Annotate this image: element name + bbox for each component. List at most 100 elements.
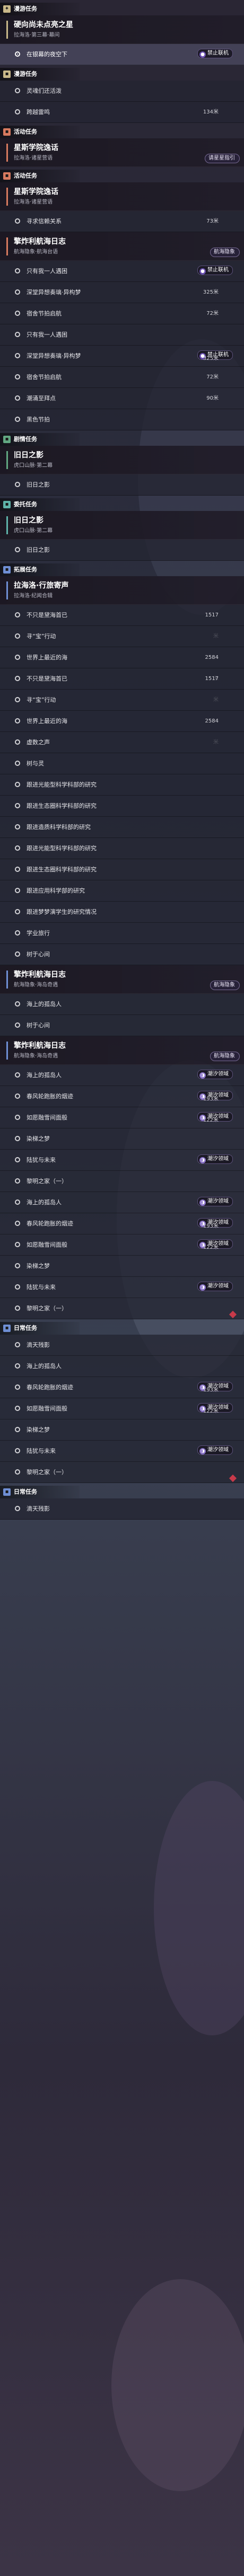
objective-label: 黎明之家（一） [27, 1178, 67, 1185]
objective-radio-icon [15, 1242, 20, 1247]
objective-row[interactable]: 世界上最近的海2584米 [0, 711, 244, 745]
objective-row[interactable]: 跟进梦梦演学生的研究情况 [0, 902, 244, 923]
objective-radio-icon [15, 1001, 20, 1007]
section-header[interactable]: ▪ 剧情任务 [0, 433, 80, 446]
objective-row[interactable]: 跟进应用科学部的研究 [0, 880, 244, 902]
objective-row[interactable]: 春风轮跑胀的烟迹 ◑ 潮汐领域 193米 [0, 1377, 244, 1398]
objective-row[interactable]: 虚数之声 [0, 732, 244, 753]
objective-row[interactable]: 不只是黛海首已1517米 [0, 605, 244, 639]
objective-row[interactable]: 染梯之梦 [0, 1256, 244, 1277]
quest-title-block[interactable]: 擎炸利航海日志 航海隐象·海岛奇遇 航海隐象 [0, 965, 244, 994]
objective-row[interactable]: 春风轮跑胀的烟迹 ◑ 潮汐领域 193米 [0, 1086, 244, 1107]
quest-subtitle: 航海隐象·海岛奇遇 [14, 1053, 58, 1059]
objective-row[interactable]: 春风轮跑胀的烟迹 ◑ 潮汐领域 193米 [0, 1213, 244, 1234]
objective-row[interactable]: 跟进生态圈科学科部的研究 [0, 796, 244, 817]
objective-label: 世界上最近的海 [27, 654, 67, 661]
section-header[interactable]: ▪ 日常任务 [0, 1310, 237, 1335]
quest-title-block[interactable]: 旧日之影 虎口山脉·第二幕 [0, 446, 244, 474]
objective-row[interactable]: 不只是黛海首已1517米 [0, 668, 244, 703]
objective-row[interactable]: 黎明之家（一） [0, 1462, 244, 1483]
objective-row[interactable]: 旧日之影 [0, 540, 244, 561]
objective-label: 陆犹与未来 [27, 1448, 56, 1454]
objective-row[interactable]: 滴天残影 [0, 1335, 244, 1356]
section-header[interactable]: ✦ 漫游任务 [0, 3, 80, 15]
section-header[interactable]: ▪ 活动任务 [0, 170, 80, 182]
objective-label: 树于心间 [27, 951, 50, 958]
objective-row[interactable]: 陆犹与未来 ◑ 潮汐领域 [0, 1277, 244, 1298]
objective-radio-icon [15, 218, 20, 224]
objective-label: 海上的孤岛人 [27, 1363, 62, 1370]
objective-row[interactable]: 海上的孤岛人 [0, 1356, 244, 1377]
quest-title-block[interactable]: 硬向尚未点亮之星 拉海洛·第三幕·幕间 [0, 15, 244, 44]
objective-row[interactable]: 陆犹与未来 ◑ 潮汐领域 [0, 1441, 244, 1462]
objective-radio-icon [15, 482, 20, 487]
section-header[interactable]: ▪ 委托任务 [0, 498, 80, 511]
objective-row[interactable]: 灵魂们还活泼 [0, 81, 244, 102]
objective-row[interactable]: 深堂异想奏璃·异构梦 325米 [0, 282, 244, 303]
quest-title-block[interactable]: 星斯学院逸话 拉海洛·诸星营语 [0, 182, 244, 211]
objective-row[interactable]: 如愿融雪间面般 ◑ 潮汐领域 122米 [0, 1398, 244, 1419]
objective-row[interactable]: 黎明之家（一） [0, 1171, 244, 1192]
objective-row[interactable]: 海上的孤岛人 ◑ 潮汐领域 [0, 1192, 244, 1213]
objective-label: 旧日之影 [27, 546, 50, 553]
objective-row[interactable]: 寻“宝”行动 [0, 690, 244, 711]
objective-label: 树与灵 [27, 760, 44, 767]
objective-row[interactable]: 宿舍节拍启航 72米 [0, 367, 244, 388]
objective-row[interactable]: 如愿融雪间面般 ◑ 潮汐领域 122米 [0, 1107, 244, 1128]
objective-row[interactable]: 跟进造质科学科部的研究 [0, 817, 244, 838]
objective-row[interactable]: 滴天残影 [0, 1498, 244, 1520]
objective-radio-icon [15, 547, 20, 552]
objective-row[interactable]: 树于心间 [0, 1015, 244, 1036]
objective-row[interactable]: 寻求信赖关系 73米 [0, 211, 244, 232]
objective-label: 跟进应用科学部的研究 [27, 887, 85, 894]
section-header[interactable]: ▪ 日常任务 [0, 1474, 237, 1498]
objective-row[interactable]: 海上的孤岛人 ◑ 潮汐领域 [0, 1065, 244, 1086]
objective-radio-icon [15, 633, 20, 639]
objective-row[interactable]: 只有我一人遇困 [0, 324, 244, 346]
quest-accent-bar [6, 516, 8, 534]
objective-row[interactable]: 树与灵 [0, 753, 244, 774]
section-header[interactable]: ▪ 漫游任务 [0, 68, 80, 81]
objective-row[interactable]: 染梯之梦 [0, 1128, 244, 1150]
objective-label: 春风轮跑胀的烟迹 [27, 1384, 73, 1391]
objective-label: 潮涌至拜点 [27, 395, 56, 402]
tide-icon: ◑ [199, 1072, 206, 1079]
objective-row[interactable]: 如愿融雪间面般 ◑ 潮汐领域 122米 [0, 1234, 244, 1256]
section-header[interactable]: ▪ 活动任务 [0, 126, 80, 138]
objective-row[interactable]: 在银幕的夜空下 ● 禁止联机 [0, 44, 244, 65]
objective-row[interactable]: 深堂异想奏璃·异构梦 ● 禁止联机 325米 [0, 346, 244, 367]
objective-row[interactable]: 跨越雷鸣 134米 [0, 102, 244, 123]
quest-accent-bar [6, 144, 8, 162]
quest-title-block[interactable]: 擎炸利航海日志 航海隐象·航海台语 航海隐象 [0, 232, 244, 261]
quest-tag-badge: 航海隐象 [210, 248, 240, 257]
objective-row[interactable]: 海上的孤岛人 [0, 994, 244, 1015]
objective-row[interactable]: 染梯之梦 [0, 1419, 244, 1441]
objective-tag-label: 潮汐领域 [207, 1283, 229, 1289]
objective-row[interactable]: 学业旅行 [0, 923, 244, 944]
quest-title-block[interactable]: 星斯学院逸话 拉海洛·诸星营语 请星星指引 [0, 138, 244, 167]
objective-tag-badge: ◑ 潮汐领域 [197, 1197, 233, 1206]
objective-radio-icon [15, 1199, 20, 1205]
objective-row[interactable]: 世界上最近的海2584米 [0, 647, 244, 682]
objective-row[interactable]: 跟进光能型科学科部的研究 [0, 838, 244, 859]
objective-row[interactable]: 黎明之家（一） [0, 1298, 244, 1319]
objective-row[interactable]: 旧日之影 [0, 474, 244, 496]
objective-row[interactable]: 只有我一人遇困 ● 禁止联机 [0, 261, 244, 282]
objective-tag-label: 禁止联机 [207, 50, 229, 56]
section-header[interactable]: ▪ 拓展任务 [0, 563, 80, 576]
quest-title-block[interactable]: 旧日之影 虎口山脉·第二幕 [0, 511, 244, 540]
section-header-label: 活动任务 [14, 128, 37, 135]
quest-title: 星斯学院逸话 [14, 188, 58, 196]
objective-row[interactable]: 跟进生态圈科学科部的研究 [0, 859, 244, 880]
quest-subtitle: 拉海洛·纪闻合辑 [14, 593, 53, 599]
objective-row[interactable]: 黑色节拍 [0, 409, 244, 430]
objective-row[interactable]: 寻“宝”行动 [0, 626, 244, 647]
quest-accent-bar [6, 237, 8, 255]
objective-row[interactable]: 潮涌至拜点 90米 [0, 388, 244, 409]
objective-row[interactable]: 陆犹与未来 ◑ 潮汐领域 [0, 1150, 244, 1171]
objective-row[interactable]: 树于心间 [0, 944, 244, 965]
quest-title-block[interactable]: 擎炸利航海日志 航海隐象·海岛奇遇 航海隐象 [0, 1036, 244, 1065]
quest-title-block[interactable]: 拉海洛·行旅寄声 拉海洛·纪闻合辑 [0, 576, 244, 605]
objective-row[interactable]: 宿舍节拍启航 72米 [0, 303, 244, 324]
objective-row[interactable]: 跟进光能型科学科部的研究 [0, 774, 244, 796]
